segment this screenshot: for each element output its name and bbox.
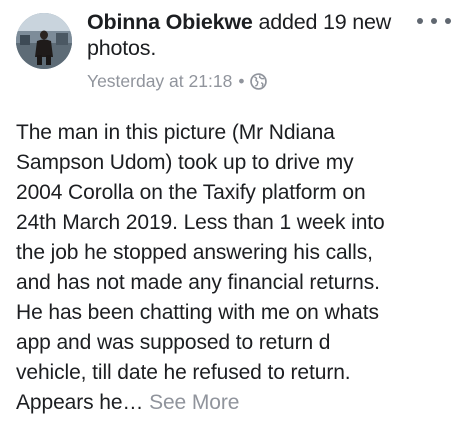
body-line: 2004 Corolla on the Taxify platform on: [16, 181, 366, 204]
body-line: He has been chatting with me on whats: [16, 301, 379, 324]
post-header-text: Obinna Obiekwe added 19 new photos. Yest…: [87, 9, 407, 92]
body-line: vehicle, till date he refused to return.: [16, 361, 351, 384]
avatar[interactable]: [16, 13, 72, 69]
body-line: the job he stopped answering his calls,: [16, 241, 373, 264]
body-line: and has not made any financial returns.: [16, 271, 380, 294]
post-body: The man in this picture (Mr Ndiana Samps…: [16, 118, 456, 418]
post-header: Obinna Obiekwe added 19 new photos. Yest…: [0, 0, 463, 110]
see-more-link[interactable]: See More: [149, 391, 239, 414]
timestamp[interactable]: Yesterday at 21:18: [87, 70, 232, 92]
meta-separator: •: [238, 71, 245, 91]
author-name[interactable]: Obinna Obiekwe: [87, 10, 253, 34]
headline: Obinna Obiekwe added 19 new photos.: [87, 9, 407, 61]
avatar-photo: [16, 13, 72, 69]
body-line: 24th March 2019. Less than 1 week into: [16, 211, 385, 234]
post-meta: Yesterday at 21:18 •: [87, 70, 407, 92]
body-line: Sampson Udom) took up to drive my: [16, 151, 354, 174]
more-options-icon[interactable]: [417, 12, 451, 30]
body-truncated-text: Appears he…: [16, 391, 144, 414]
more-dot: [417, 18, 423, 24]
body-line: app and was supposed to return d: [16, 331, 331, 354]
body-line: The man in this picture (Mr Ndiana: [16, 121, 335, 144]
more-dot: [431, 18, 437, 24]
more-dot: [445, 18, 451, 24]
body-last-line: Appears he… See More: [16, 388, 456, 418]
globe-icon[interactable]: [250, 72, 268, 90]
